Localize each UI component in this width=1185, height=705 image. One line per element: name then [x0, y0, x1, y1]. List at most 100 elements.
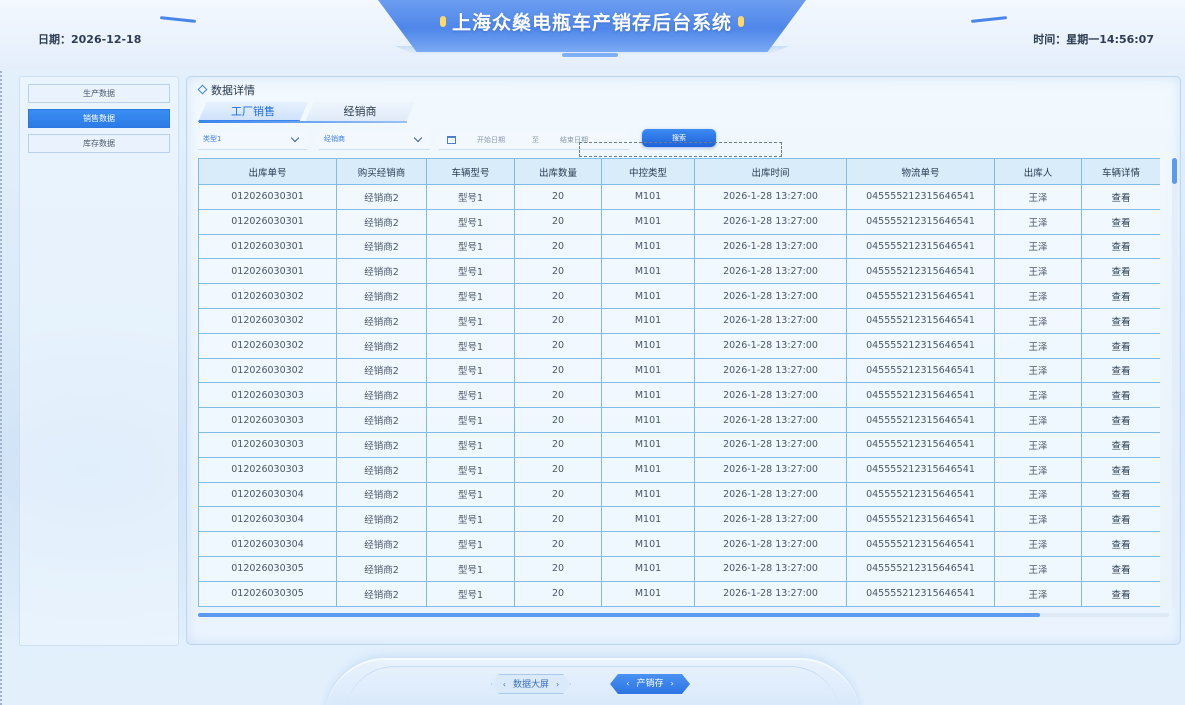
table-cell: 王泽	[994, 283, 1082, 309]
view-details-link[interactable]: 查看	[1081, 580, 1160, 607]
column-header: 出库单号	[198, 158, 337, 185]
type-select[interactable]: 类型1	[198, 130, 307, 150]
view-details-link[interactable]: 查看	[1081, 431, 1160, 458]
table-cell: 20	[514, 357, 602, 384]
page-title: 上海众燊电瓶车产销存后台系统	[378, 8, 806, 35]
table-cell: 20	[514, 307, 602, 334]
view-details-link[interactable]: 查看	[1081, 456, 1160, 483]
column-header: 出库时间	[694, 158, 847, 185]
table-cell: 经销商2	[336, 208, 427, 235]
table-cell: 045555212315646541	[846, 407, 995, 433]
sidebar-item-sales[interactable]: 销售数据	[28, 109, 170, 128]
view-details-link[interactable]: 查看	[1081, 382, 1160, 409]
data-table-wrapper: 出库单号 购买经销商 车辆型号 出库数量 中控类型 出库时间 物流单号 出库人 …	[198, 158, 1160, 608]
table-cell: 045555212315646541	[846, 357, 995, 384]
horizontal-scrollbar-thumb[interactable]	[198, 613, 1040, 617]
chevron-right-icon: ›	[670, 679, 674, 688]
table-cell: 型号1	[426, 233, 515, 260]
table-cell: M101	[601, 208, 695, 235]
sidebar-item-inventory[interactable]: 库存数据	[28, 134, 170, 153]
table-cell: 型号1	[426, 258, 515, 285]
view-details-link[interactable]: 查看	[1081, 233, 1160, 260]
tab-dealer[interactable]: 经销商	[305, 102, 415, 122]
table-cell: 型号1	[426, 283, 515, 309]
table-cell: 2026-1-28 13:27:00	[694, 481, 847, 508]
vertical-scrollbar[interactable]	[1172, 158, 1177, 608]
view-details-link[interactable]: 查看	[1081, 307, 1160, 334]
table-cell: M101	[601, 555, 695, 582]
table-cell: 型号1	[426, 307, 515, 334]
view-details-link[interactable]: 查看	[1081, 332, 1160, 359]
tab-factory-sales[interactable]: 工厂销售	[198, 102, 308, 122]
title-underline	[562, 53, 618, 57]
table-cell: 045555212315646541	[846, 283, 995, 309]
chevron-left-icon: ‹	[502, 680, 506, 689]
view-details-link[interactable]: 查看	[1081, 481, 1160, 508]
table-cell: M101	[601, 431, 695, 458]
table-cell: 20	[514, 456, 602, 483]
table-cell: 012026030302	[198, 332, 337, 359]
nav-production-sales-inventory[interactable]: ‹ 产销存 ›	[610, 674, 690, 694]
column-header: 物流单号	[846, 158, 995, 185]
header-time: 时间：星期一14:56:07	[1033, 33, 1154, 46]
table-row: 012026030302 经销商2 型号1 20 M101 2026-1-28 13:27…	[198, 307, 1160, 334]
table-cell: 王泽	[994, 357, 1082, 384]
data-table: 出库单号 购买经销商 车辆型号 出库数量 中控类型 出库时间 物流单号 出库人 …	[198, 158, 1160, 607]
table-cell: 012026030304	[198, 531, 337, 557]
table-cell: 2026-1-28 13:27:00	[694, 184, 847, 210]
table-cell: 王泽	[994, 332, 1082, 359]
table-cell: 经销商2	[336, 431, 427, 458]
table-cell: M101	[601, 184, 695, 210]
table-cell: M101	[601, 332, 695, 359]
view-details-link[interactable]: 查看	[1081, 407, 1160, 433]
view-details-link[interactable]: 查看	[1081, 208, 1160, 235]
table-cell: M101	[601, 456, 695, 483]
table-cell: 045555212315646541	[846, 580, 995, 607]
view-details-link[interactable]: 查看	[1081, 506, 1160, 533]
view-details-link[interactable]: 查看	[1081, 184, 1160, 210]
table-cell: 045555212315646541	[846, 382, 995, 409]
table-cell: 经销商2	[336, 233, 427, 260]
column-header: 出库人	[994, 158, 1082, 185]
header-date: 日期：2026-12-18	[38, 33, 142, 46]
table-cell: 王泽	[994, 456, 1082, 483]
table-cell: 王泽	[994, 431, 1082, 458]
table-cell: 2026-1-28 13:27:00	[694, 283, 847, 309]
table-cell: 王泽	[994, 208, 1082, 235]
table-cell: 20	[514, 580, 602, 607]
view-details-link[interactable]: 查看	[1081, 283, 1160, 309]
column-header: 车辆详情	[1081, 158, 1160, 185]
view-details-link[interactable]: 查看	[1081, 531, 1160, 557]
table-cell: 王泽	[994, 506, 1082, 533]
table-cell: 045555212315646541	[846, 456, 995, 483]
vertical-scrollbar-thumb[interactable]	[1172, 158, 1177, 184]
nav-data-screen[interactable]: ‹ 数据大屏 ›	[491, 674, 571, 694]
view-details-link[interactable]: 查看	[1081, 258, 1160, 285]
table-cell: 2026-1-28 13:27:00	[694, 208, 847, 235]
table-cell: 王泽	[994, 580, 1082, 607]
table-cell: 20	[514, 431, 602, 458]
table-cell: 2026-1-28 13:27:00	[694, 332, 847, 359]
table-cell: 王泽	[994, 382, 1082, 409]
view-details-link[interactable]: 查看	[1081, 555, 1160, 582]
table-cell: 2026-1-28 13:27:00	[694, 258, 847, 285]
panel-title: 数据详情	[197, 82, 255, 98]
page-title-text: 上海众燊电瓶车产销存后台系统	[451, 12, 732, 34]
dealer-select[interactable]: 经销商	[319, 130, 430, 150]
table-cell: 2026-1-28 13:27:00	[694, 506, 847, 533]
table-cell: 型号1	[426, 456, 515, 483]
header: 上海众燊电瓶车产销存后台系统 日期：2026-12-18 时间：星期一14:56…	[0, 0, 1185, 72]
start-date-input[interactable]: 开始日期	[477, 135, 505, 145]
table-cell: 045555212315646541	[846, 555, 995, 582]
sidebar-item-production[interactable]: 生产数据	[28, 84, 170, 103]
table-row: 012026030304 经销商2 型号1 20 M101 2026-1-28 13:27…	[198, 531, 1160, 557]
horizontal-scrollbar[interactable]	[198, 613, 1169, 617]
view-details-link[interactable]: 查看	[1081, 357, 1160, 384]
table-cell: 经销商2	[336, 506, 427, 533]
type-select-value: 类型1	[203, 135, 222, 143]
table-cell: 045555212315646541	[846, 233, 995, 260]
table-cell: 2026-1-28 13:27:00	[694, 555, 847, 582]
table-row: 012026030304 经销商2 型号1 20 M101 2026-1-28 13:27…	[198, 481, 1160, 508]
table-cell: M101	[601, 481, 695, 508]
table-cell: 经销商2	[336, 407, 427, 433]
